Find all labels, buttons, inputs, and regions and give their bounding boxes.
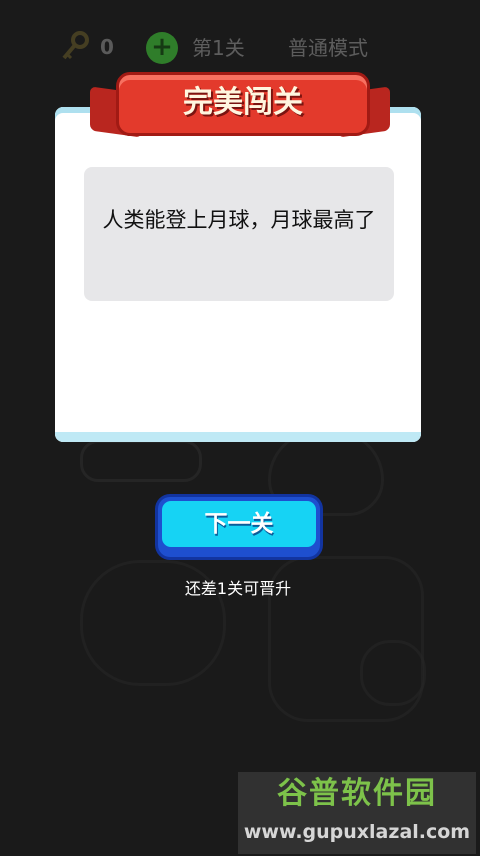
next-level-label: 下一关 [204, 511, 274, 537]
result-dialog: 人类能登上月球，月球最高了 [55, 107, 421, 442]
level-label: 第1关 [192, 36, 245, 60]
watermark-name: 谷普软件园 [277, 776, 437, 811]
add-keys-button[interactable]: + [146, 32, 178, 64]
key-count: 0 [100, 35, 114, 59]
watermark-url: www.gupuxlazal.com [243, 821, 471, 843]
dialog-bottom-edge [55, 432, 421, 442]
watermark: 谷普软件园 www.gupuxlazal.com [238, 772, 476, 854]
answer-box: 人类能登上月球，月球最高了 [84, 167, 394, 301]
background-hand-icon [360, 640, 426, 706]
next-level-button-face[interactable]: 下一关 [162, 501, 316, 547]
next-level-button[interactable]: 下一关 [158, 497, 320, 557]
promotion-hint: 还差1关可晋升 [184, 579, 292, 598]
mode-label: 普通模式 [288, 36, 368, 60]
dialog-title: 完美闯关 [183, 85, 303, 120]
key-icon [62, 31, 89, 60]
answer-text: 人类能登上月球，月球最高了 [102, 208, 376, 232]
background-cloud [80, 440, 202, 482]
title-ribbon: 完美闯关 [90, 66, 390, 146]
